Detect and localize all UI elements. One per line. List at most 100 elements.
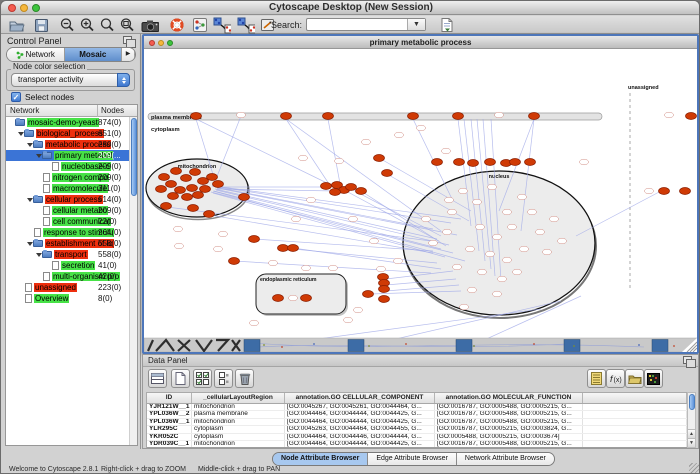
graph-node[interactable] <box>273 295 284 302</box>
graph-node-unselected[interactable] <box>498 276 507 282</box>
select-attributes-icon[interactable] <box>193 369 212 388</box>
graph-node-unselected[interactable] <box>445 197 454 203</box>
tree-expand-icon[interactable] <box>26 242 33 246</box>
tab-node-attribute-browser[interactable]: Node Attribute Browser <box>273 453 368 465</box>
strip-preview-marker[interactable] <box>564 340 580 352</box>
graph-node-unselected[interactable] <box>493 234 502 240</box>
graph-node[interactable] <box>168 193 179 200</box>
graph-node-unselected[interactable] <box>349 216 358 222</box>
graph-node-unselected[interactable] <box>302 265 311 271</box>
graph-node[interactable] <box>382 170 393 177</box>
graph-node[interactable] <box>379 286 390 293</box>
scroll-up-icon[interactable]: ▲ <box>688 429 695 438</box>
graph-node-unselected[interactable] <box>558 238 567 244</box>
attribute-matrix-icon[interactable] <box>644 369 663 388</box>
graph-node[interactable] <box>659 188 670 195</box>
help-lifering-icon[interactable] <box>168 16 186 34</box>
graph-node-unselected[interactable] <box>503 257 512 263</box>
graph-node-unselected[interactable] <box>175 243 184 249</box>
graph-node-unselected[interactable] <box>269 260 278 266</box>
graph-node-unselected[interactable] <box>237 112 246 118</box>
graph-node-unselected[interactable] <box>453 264 462 270</box>
graph-node-unselected[interactable] <box>528 209 537 215</box>
network-view-frame[interactable]: primary metabolic process plasma membran… <box>142 34 699 354</box>
graph-node[interactable] <box>182 194 193 201</box>
graph-node[interactable] <box>529 113 540 120</box>
graph-node[interactable] <box>510 159 521 166</box>
graph-node-unselected[interactable] <box>335 158 344 164</box>
network-graph[interactable]: plasma membranecytoplasmmitochondrionnuc… <box>144 49 697 352</box>
graph-node-unselected[interactable] <box>513 269 522 275</box>
graph-node[interactable] <box>200 186 211 193</box>
graph-node-unselected[interactable] <box>478 269 487 275</box>
table-column-header[interactable]: annotation.GO CELLULAR_COMPONENT <box>285 393 435 403</box>
tree-row[interactable]: biological_process651(0) <box>6 128 129 139</box>
graph-node-unselected[interactable] <box>443 229 452 235</box>
graph-node[interactable] <box>288 245 299 252</box>
graph-node[interactable] <box>330 189 341 196</box>
tree-row[interactable]: nucleobase-c209(0) <box>6 161 129 172</box>
zoom-out-icon[interactable] <box>58 16 76 34</box>
table-column-header[interactable] <box>583 393 687 403</box>
tree-row[interactable]: transport558(0) <box>6 249 129 260</box>
graph-node-unselected[interactable] <box>473 199 482 205</box>
new-attribute-icon[interactable] <box>171 369 190 388</box>
attribute-table-header[interactable]: ID_cellularLayoutRegionannotation.GO CEL… <box>147 393 688 404</box>
tree-expand-icon[interactable] <box>35 154 42 158</box>
attribute-table[interactable]: ID_cellularLayoutRegionannotation.GO CEL… <box>146 392 689 448</box>
graph-node-unselected[interactable] <box>214 246 223 252</box>
attribute-table-icon[interactable] <box>148 369 167 388</box>
strip-preview-marker[interactable] <box>652 340 668 352</box>
graph-node-unselected[interactable] <box>307 197 316 203</box>
apply-layout-alt-icon[interactable] <box>237 16 255 34</box>
graph-node-unselected[interactable] <box>459 188 468 194</box>
graph-node[interactable] <box>686 113 697 120</box>
table-column-header[interactable]: ID <box>147 393 192 403</box>
tree-scrollbar-thumb[interactable] <box>131 118 137 196</box>
attribute-list-icon[interactable] <box>587 369 606 388</box>
graph-node-unselected[interactable] <box>645 188 654 194</box>
graph-node-unselected[interactable] <box>448 209 457 215</box>
graph-node[interactable] <box>161 203 172 210</box>
table-column-header[interactable]: _cellularLayoutRegion <box>192 393 285 403</box>
graph-edge[interactable] <box>286 119 331 187</box>
graph-node[interactable] <box>166 181 177 188</box>
graph-node-unselected[interactable] <box>486 251 495 257</box>
tab-mosaic[interactable]: Mosaic <box>65 48 123 61</box>
graph-node[interactable] <box>432 159 443 166</box>
combo-arrows-icon[interactable] <box>117 73 130 87</box>
graph-edge[interactable] <box>576 191 661 236</box>
graph-node-unselected[interactable] <box>344 317 353 323</box>
select-nodes-checkbox[interactable]: ✓ <box>11 92 21 102</box>
tab-overflow-arrow[interactable]: ▶ <box>122 48 135 61</box>
graph-node-unselected[interactable] <box>466 246 475 252</box>
graph-node[interactable] <box>356 188 367 195</box>
graph-node[interactable] <box>363 291 374 298</box>
graph-edge[interactable] <box>286 119 441 231</box>
graph-node[interactable] <box>159 174 170 181</box>
tree-expand-icon[interactable] <box>35 253 42 257</box>
strip-preview-marker[interactable] <box>348 340 364 352</box>
graph-node-unselected[interactable] <box>665 112 674 118</box>
tree-row[interactable]: cell communicat22(0) <box>6 216 129 227</box>
tree-row[interactable]: metabolic process280(0) <box>6 139 129 150</box>
graph-edge[interactable] <box>210 215 433 253</box>
zoom-selected-region-icon[interactable] <box>118 16 136 34</box>
tree-row[interactable]: response to stimulu264(0) <box>6 227 129 238</box>
graph-node[interactable] <box>408 113 419 120</box>
graph-node[interactable] <box>379 296 390 303</box>
graph-node[interactable] <box>485 159 496 166</box>
graph-node[interactable] <box>454 159 465 166</box>
snapshot-camera-icon[interactable] <box>141 16 159 34</box>
graph-node[interactable] <box>204 211 215 218</box>
graph-node-unselected[interactable] <box>395 132 404 138</box>
table-scrollbar-thumb[interactable] <box>689 394 696 410</box>
table-row[interactable]: YKR052Ccytoplasm[GO:0044464, GO:0044446,… <box>147 434 688 441</box>
graph-node[interactable] <box>207 174 218 181</box>
tree-row[interactable]: primary metabol209(... <box>6 150 129 161</box>
graph-node-unselected[interactable] <box>493 291 502 297</box>
import-attributes-icon[interactable] <box>625 369 644 388</box>
table-row[interactable]: YPL036W__2plasma membrane[GO:0044464, GO… <box>147 411 688 418</box>
graph-node-unselected[interactable] <box>329 265 338 271</box>
tree-row[interactable]: mosaic-demo-yeast874(0) <box>6 117 129 128</box>
